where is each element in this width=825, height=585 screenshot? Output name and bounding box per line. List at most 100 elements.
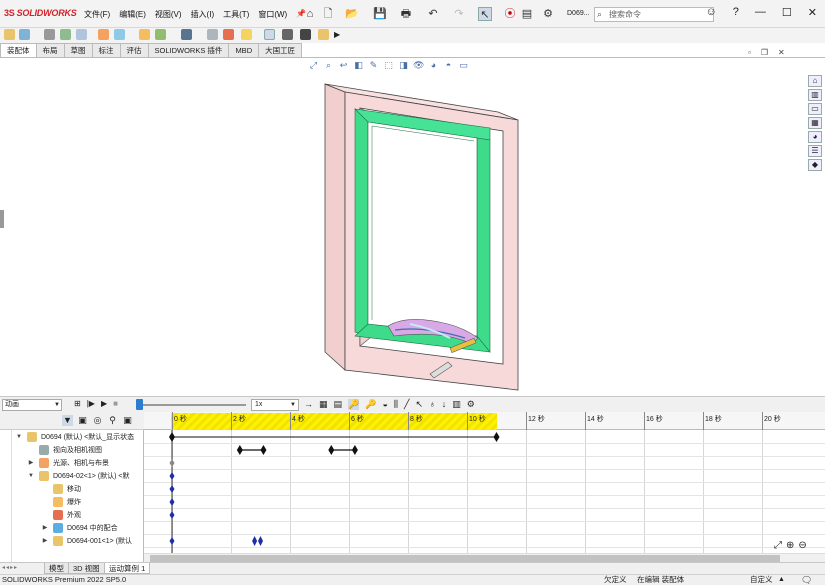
move-component-icon[interactable] — [76, 29, 87, 40]
component-key-diamond[interactable] — [252, 536, 258, 546]
tree-item[interactable]: ▼ D0694 (默认) <默认_显示状态 — [0, 431, 140, 444]
view-key-diamond[interactable] — [260, 445, 267, 455]
solidworks-logo[interactable]: 3S SOLIDWORKS — [4, 8, 77, 18]
tree-item[interactable]: ▼ D0694-02<1> (默认) <默 — [0, 470, 140, 483]
collapse-arrow-icon[interactable]: ▼ — [15, 431, 23, 444]
tab-solidworks-addins[interactable]: SOLIDWORKS 插件 — [147, 43, 230, 57]
tree-item[interactable]: ▶ 光源、相机与布景 — [0, 457, 140, 470]
playback-slider-track[interactable] — [138, 404, 246, 406]
open-folder-icon[interactable]: 📂 — [345, 7, 359, 21]
bill-of-materials-icon[interactable] — [181, 29, 192, 40]
expand-arrow-icon[interactable]: ▶ — [27, 457, 35, 470]
section-view-icon[interactable]: ◧ — [353, 60, 364, 71]
take-snapshot-icon[interactable] — [264, 29, 275, 40]
force-icon[interactable]: ↖ — [415, 399, 423, 410]
tab-markup[interactable]: 标注 — [91, 43, 121, 57]
new-motion-study-icon[interactable] — [155, 29, 166, 40]
component-key-diamond[interactable] — [169, 485, 175, 493]
home-icon[interactable]: ⌂ — [303, 7, 317, 21]
tree-scrollbar[interactable] — [2, 430, 12, 562]
tree-item[interactable]: 外观 — [0, 509, 140, 522]
playback-speed-select[interactable]: 1x ▼ — [251, 399, 299, 411]
view-orientation-icon[interactable]: ⬚ — [383, 60, 394, 71]
filter-animated-icon[interactable]: ▼ — [62, 415, 73, 426]
tab-3d-views[interactable]: 3D 视图 — [68, 563, 105, 574]
select-pointer-icon[interactable]: ↖ — [478, 7, 492, 21]
tree-item[interactable]: ▶ D0694 中的配合 — [0, 522, 140, 535]
viewport-minimize-icon[interactable]: ▫ — [748, 48, 751, 57]
mate-icon[interactable] — [19, 29, 30, 40]
filter-driving-icon[interactable]: ▣ — [77, 415, 88, 426]
redo-icon[interactable]: ↷ — [452, 7, 466, 21]
appearances-scenes-icon[interactable]: ◕ — [808, 131, 822, 143]
collapse-tree-icon[interactable]: ▣ — [122, 415, 133, 426]
motor-icon[interactable]: ◒ — [382, 399, 387, 410]
menu-tools[interactable]: 工具(T) — [223, 9, 249, 20]
custom-properties-icon[interactable]: ☰ — [808, 145, 822, 157]
assembly-features-icon[interactable] — [114, 29, 125, 40]
solidworks-forum-icon[interactable]: ◆ — [808, 159, 822, 171]
tab-motion-study-1[interactable]: 运动算例 1 — [104, 563, 151, 574]
zoom-to-area-icon[interactable]: ⌕ — [323, 60, 334, 71]
file-properties-icon[interactable]: ▤ — [520, 7, 534, 21]
file-explorer-icon[interactable]: ▭ — [808, 103, 822, 115]
smart-fasteners-icon[interactable] — [60, 29, 71, 40]
play-from-start-icon[interactable]: |▶ — [87, 399, 95, 408]
zoom-in-icon[interactable]: ⊕ — [786, 540, 794, 551]
zoom-to-fit-icon[interactable]: ⤢ — [774, 540, 782, 551]
autokey-icon[interactable]: 🔑 — [348, 399, 360, 410]
rebuild-traffic-light-icon[interactable]: ⦿ — [503, 7, 517, 21]
save-icon[interactable]: 💾 — [373, 7, 387, 21]
camera-icon[interactable] — [300, 29, 311, 40]
play-arrow-icon[interactable]: ▶ — [334, 29, 345, 40]
lights-key-diamond[interactable] — [169, 459, 175, 467]
tab-sketch[interactable]: 草图 — [63, 43, 93, 57]
spring-icon[interactable]: ⫼ — [394, 399, 398, 410]
design-library-icon[interactable]: ▥ — [808, 89, 822, 101]
apply-scene-icon[interactable]: ◓ — [443, 60, 454, 71]
filter-selected-icon[interactable]: ◎ — [92, 415, 103, 426]
tree-item[interactable]: 视向及相机视图 — [0, 444, 140, 457]
new-document-icon[interactable]: 🗋 — [321, 7, 335, 21]
edit-appearance-icon[interactable]: ◕ — [428, 60, 439, 71]
menu-insert[interactable]: 插入(I) — [191, 9, 215, 20]
timeline-horizontal-scrollbar[interactable] — [144, 553, 825, 562]
zoom-to-fit-icon[interactable]: ⤢ — [308, 60, 319, 71]
tree-item[interactable]: 移动 — [0, 483, 140, 496]
damper-icon[interactable]: ╱ — [404, 399, 409, 410]
component-key-diamond[interactable] — [169, 472, 175, 480]
tab-assembly[interactable]: 装配体 — [0, 43, 37, 57]
viewport-close-icon[interactable]: ✕ — [778, 48, 785, 57]
tab-scroll-arrows[interactable]: ◂◂▸▸ — [2, 564, 18, 571]
undo-icon[interactable]: ↶ — [426, 7, 440, 21]
calculate-icon[interactable]: ⊞ — [74, 399, 81, 408]
view-key-diamond[interactable] — [351, 445, 358, 455]
results-plots-icon[interactable]: ▥ — [452, 399, 461, 410]
view-key-diamond[interactable] — [328, 445, 335, 455]
motion-study-properties-icon[interactable]: ⚙ — [467, 399, 475, 410]
tab-evaluate[interactable]: 评估 — [119, 43, 149, 57]
insert-components-icon[interactable] — [4, 29, 15, 40]
filter-results-icon[interactable]: ⚲ — [107, 415, 118, 426]
study-type-select[interactable]: 动画 ▼ — [2, 399, 62, 411]
save-animation-icon[interactable]: ▦ — [319, 399, 328, 410]
linear-pattern-icon[interactable] — [44, 29, 55, 40]
large-assembly-icon[interactable] — [282, 29, 293, 40]
viewport-restore-icon[interactable]: ❐ — [761, 48, 768, 57]
component-preview-icon[interactable] — [318, 29, 329, 40]
tab-model[interactable]: 模型 — [44, 563, 69, 574]
solidworks-resources-icon[interactable]: ⌂ — [808, 75, 822, 87]
menu-window[interactable]: 窗口(W) — [258, 9, 287, 20]
reference-geometry-icon[interactable] — [139, 29, 150, 40]
options-gear-icon[interactable]: ⚙ — [541, 7, 555, 21]
play-icon[interactable]: ▶ — [101, 399, 107, 408]
component-key-diamond[interactable] — [169, 511, 175, 519]
collapse-arrow-icon[interactable]: ▼ — [27, 470, 35, 483]
chevron-up-icon[interactable]: ▲ — [778, 575, 785, 585]
view-palette-icon[interactable]: ▦ — [808, 117, 822, 129]
maximize-button[interactable]: ☐ — [782, 6, 792, 19]
start-key-diamond[interactable] — [169, 432, 175, 442]
chat-icon[interactable]: 🗨 — [801, 575, 812, 585]
timeline-keys[interactable] — [144, 412, 825, 562]
expand-arrow-icon[interactable]: ▶ — [41, 522, 49, 535]
